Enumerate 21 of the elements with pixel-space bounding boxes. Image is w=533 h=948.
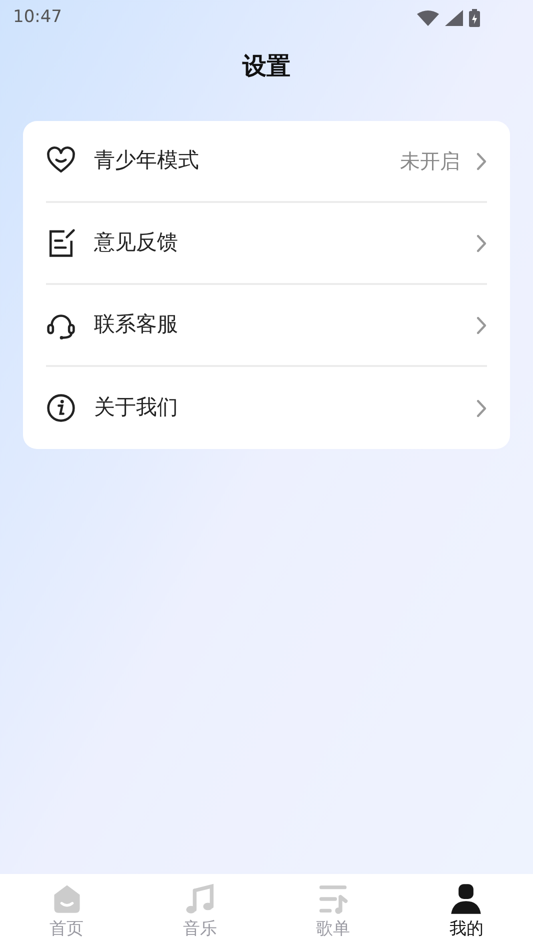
wifi-icon (417, 10, 439, 26)
chevron-icon (476, 234, 487, 252)
chevron-icon (476, 152, 487, 170)
setting-label: 关于我们 (94, 394, 179, 422)
user-icon (449, 882, 484, 916)
setting-label: 青少年模式 (94, 147, 200, 174)
setting-value: 未开启 (400, 148, 460, 175)
page-title: 设置 (242, 51, 290, 82)
signal-icon (445, 10, 463, 26)
chevron-icon (476, 316, 487, 334)
info-icon (46, 393, 76, 423)
chevron-icon (476, 398, 487, 418)
setting-label: 意见反馈 (94, 229, 179, 256)
settings-row[interactable]: 联系客服 (46, 285, 487, 367)
settings-row[interactable]: 青少年模式 未开启 (46, 121, 487, 203)
battery-icon (469, 9, 480, 27)
status-time: 10:47 (13, 6, 62, 30)
tab-item[interactable]: 我的 (400, 874, 533, 948)
settings-row[interactable]: 关于我们 (46, 367, 487, 449)
setting-label: 联系客服 (94, 311, 179, 338)
settings-row[interactable]: 意见反馈 (46, 203, 487, 285)
